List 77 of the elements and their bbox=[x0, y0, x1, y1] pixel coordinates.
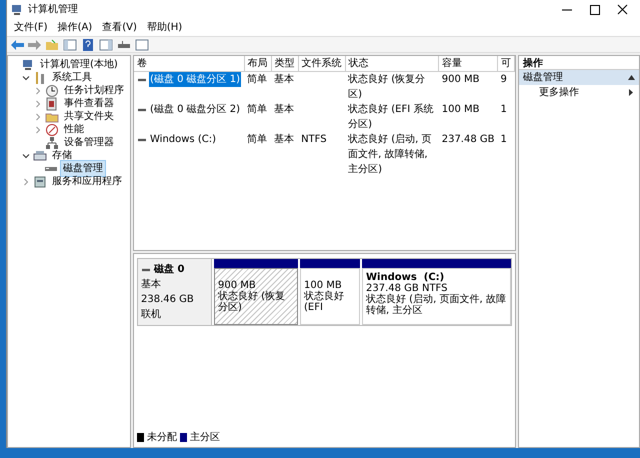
column-header[interactable]: 布局 bbox=[244, 56, 272, 72]
gauge-icon bbox=[45, 122, 59, 136]
tree-item[interactable]: 存储 bbox=[50, 148, 74, 163]
collapse-icon bbox=[628, 75, 635, 80]
log-icon bbox=[45, 96, 59, 110]
table-cell-text: 简单 bbox=[246, 132, 268, 147]
partition-status: 状态良好 (启动, 页面文件, 故障转储, 主分区 bbox=[366, 294, 507, 316]
tree-item[interactable]: 性能 bbox=[62, 122, 86, 137]
partition-status: 状态良好 (恢复分区) bbox=[218, 291, 286, 313]
tree-item[interactable]: 设备管理器 bbox=[62, 135, 116, 150]
table-cell-text: 简单 bbox=[246, 102, 268, 117]
action-item[interactable]: 更多操作 bbox=[519, 85, 639, 100]
back-icon[interactable] bbox=[11, 40, 24, 50]
table-cell: 简单 bbox=[244, 72, 272, 102]
expander-icon[interactable] bbox=[22, 152, 30, 160]
storage-icon bbox=[33, 148, 47, 162]
table-cell-text: NTFS bbox=[300, 133, 328, 147]
partition-size: 100 MB bbox=[304, 280, 343, 291]
table-cell-text: 基本 bbox=[273, 132, 296, 147]
table-cell: 状态良好 (恢复分区) bbox=[345, 72, 439, 102]
volume-row[interactable]: Windows (C:) 简单 基本 NTFS 状态良好 (启动, 页面文件, 故障转储, 主分区) 237.48 GB 1 bbox=[134, 132, 514, 177]
menu-item[interactable]: 帮助(H) bbox=[144, 20, 186, 35]
table-cell: 基本 bbox=[271, 72, 298, 102]
tree-item[interactable]: 系统工具 bbox=[50, 70, 94, 85]
tree-item[interactable]: 磁盘管理 bbox=[60, 160, 106, 177]
table-cell-text: 状态良好 (启动, 页面文件, 故障转储, 主分区) bbox=[347, 132, 433, 177]
expander-icon[interactable] bbox=[22, 74, 30, 82]
partition-title: Windows (C:) bbox=[366, 272, 446, 283]
window-title: 计算机管理 bbox=[28, 2, 78, 17]
partition-size: 900 MB bbox=[218, 280, 257, 291]
computer-icon bbox=[21, 58, 35, 72]
disk-type: 基本 bbox=[141, 278, 162, 292]
partition-size: 237.48 GB NTFS bbox=[366, 283, 448, 294]
tree-item[interactable]: 任务计划程序 bbox=[62, 83, 126, 98]
volume-name: Windows (C:) bbox=[149, 133, 217, 147]
volume-row[interactable]: (磁盘 0 磁盘分区 1) 简单 基本 状态良好 (恢复分区) 900 MB 9 bbox=[134, 72, 514, 102]
table-cell: 900 MB bbox=[438, 72, 498, 102]
tree-item[interactable]: 计算机管理(本地) bbox=[38, 57, 120, 72]
partition-header-bar bbox=[300, 259, 360, 268]
table-cell-text: 1 bbox=[500, 133, 508, 147]
disk-name: 磁盘 0 bbox=[154, 262, 184, 277]
partition-status: 状态良好 (EFI bbox=[304, 291, 345, 313]
menu-item[interactable]: 文件(F) bbox=[11, 20, 51, 35]
legend-label: 主分区 bbox=[190, 430, 220, 445]
table-cell-text: 1 bbox=[500, 103, 508, 117]
submenu-arrow-icon bbox=[629, 89, 633, 96]
services-icon bbox=[33, 174, 47, 188]
up-folder-icon bbox=[45, 38, 59, 52]
volume-name: (磁盘 0 磁盘分区 2) bbox=[149, 103, 242, 117]
column-header[interactable]: 文件系统 bbox=[298, 56, 346, 72]
table-cell: 9 bbox=[498, 72, 514, 102]
table-cell-text: 状态良好 (EFI 系统分区) bbox=[347, 102, 434, 132]
disk-status: 联机 bbox=[141, 308, 162, 322]
tree-item[interactable]: 服务和应用程序 bbox=[50, 174, 124, 189]
device-tree-icon bbox=[45, 136, 59, 150]
actions-section[interactable]: 磁盘管理 bbox=[519, 70, 639, 85]
column-header[interactable]: 容量 bbox=[438, 56, 498, 72]
menu-item[interactable]: 操作(A) bbox=[54, 20, 96, 35]
column-header[interactable]: 状态 bbox=[345, 56, 439, 72]
forward-icon[interactable] bbox=[28, 40, 41, 50]
tree-item[interactable]: 事件查看器 bbox=[62, 96, 116, 111]
computer-icon bbox=[10, 2, 24, 16]
legend-label: 未分配 bbox=[147, 430, 177, 445]
disk-drive-icon bbox=[45, 166, 57, 170]
volume-name: (磁盘 0 磁盘分区 1) bbox=[149, 72, 242, 87]
tree-item[interactable]: 共享文件夹 bbox=[62, 109, 116, 124]
menu-item[interactable]: 查看(V) bbox=[99, 20, 140, 35]
section-label: 磁盘管理 bbox=[523, 71, 563, 85]
table-cell-text: 100 MB bbox=[440, 103, 480, 117]
column-header[interactable]: 可 bbox=[498, 56, 514, 72]
volume-row[interactable]: (磁盘 0 磁盘分区 2) 简单 基本 状态良好 (EFI 系统分区) 100 MB 1 bbox=[134, 102, 514, 132]
disk-size: 238.46 GB bbox=[141, 293, 195, 307]
table-cell-text: 237.48 GB bbox=[440, 133, 496, 147]
table-cell-text: 基本 bbox=[273, 102, 296, 117]
clock-icon bbox=[45, 84, 59, 98]
column-header[interactable]: 类型 bbox=[271, 56, 298, 72]
tools-icon bbox=[33, 70, 47, 84]
